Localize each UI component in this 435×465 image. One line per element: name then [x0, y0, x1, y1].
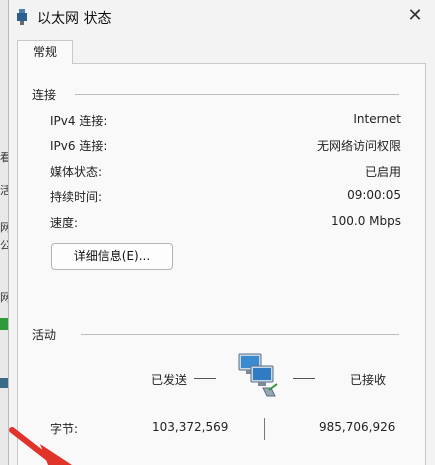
- connection-group-divider: [75, 94, 399, 95]
- media-state-value: 已启用: [364, 165, 401, 179]
- bytes-sent-value: 103,372,569: [152, 420, 229, 434]
- window-title: 以太网 状态: [37, 11, 112, 27]
- speed-value: 100.0 Mbps: [330, 214, 401, 228]
- media-state-label: 媒体状态:: [50, 165, 103, 179]
- close-icon[interactable]: ✕: [404, 6, 426, 28]
- details-button[interactable]: 详细信息(E)...: [51, 243, 173, 270]
- activity-group-title: 活动: [32, 328, 57, 342]
- tab-general[interactable]: 常规: [17, 40, 73, 64]
- bytes-received-value: 985,706,926: [319, 420, 396, 434]
- ipv6-value: 无网络访问权限: [316, 139, 401, 153]
- ipv6-label: IPv6 连接:: [50, 139, 108, 153]
- duration-value: 09:00:05: [347, 188, 401, 202]
- ipv4-value: Internet: [353, 112, 401, 126]
- red-arrow-icon: [9, 427, 72, 465]
- duration-label: 持续时间:: [50, 190, 103, 204]
- speed-label: 速度:: [50, 216, 79, 230]
- network-computers-icon: [238, 353, 278, 397]
- received-line: [293, 378, 315, 379]
- bytes-separator: [264, 418, 265, 440]
- connection-group-title: 连接: [32, 88, 57, 102]
- network-adapter-icon: [17, 9, 27, 25]
- ipv4-label: IPv4 连接:: [50, 114, 108, 128]
- title-bar: 以太网 状态 ✕: [9, 0, 435, 34]
- sent-line: [194, 378, 216, 379]
- ethernet-status-dialog: 以太网 状态 ✕ 常规 连接 IPv4 连接: Internet IPv6 连接…: [8, 0, 435, 465]
- received-label: 已接收: [350, 373, 387, 387]
- activity-group-divider: [81, 334, 399, 335]
- sent-label: 已发送: [151, 373, 188, 387]
